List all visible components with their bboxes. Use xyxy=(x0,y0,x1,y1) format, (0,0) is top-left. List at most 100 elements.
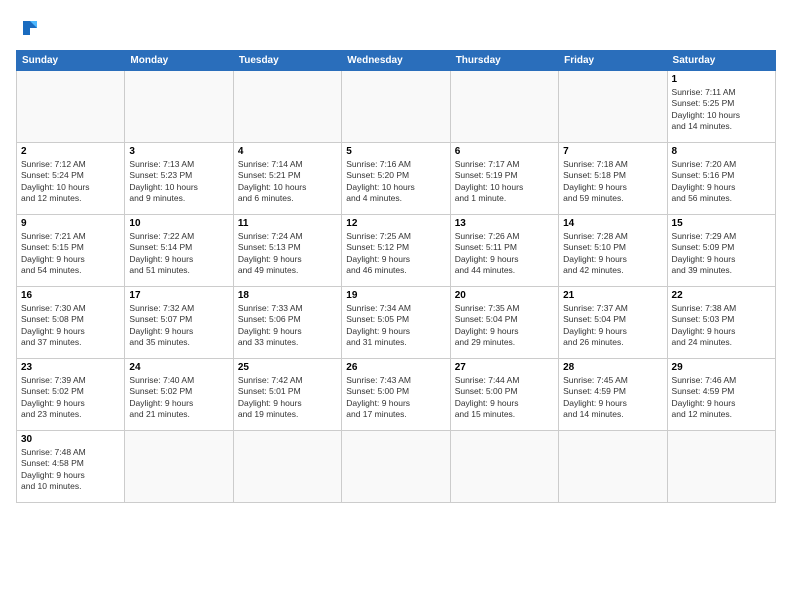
day-number: 3 xyxy=(129,146,228,157)
day-number: 13 xyxy=(455,218,554,229)
day-info: Sunrise: 7:18 AM Sunset: 5:18 PM Dayligh… xyxy=(563,159,662,205)
day-cell: 21 Sunrise: 7:37 AM Sunset: 5:04 PM Dayli… xyxy=(559,287,667,359)
day-cell: 19 Sunrise: 7:34 AM Sunset: 5:05 PM Dayli… xyxy=(342,287,450,359)
day-info: Sunrise: 7:26 AM Sunset: 5:11 PM Dayligh… xyxy=(455,231,554,277)
day-info: Sunrise: 7:13 AM Sunset: 5:23 PM Dayligh… xyxy=(129,159,228,205)
day-cell: 16 Sunrise: 7:30 AM Sunset: 5:08 PM Dayli… xyxy=(17,287,125,359)
day-number: 10 xyxy=(129,218,228,229)
day-number: 8 xyxy=(672,146,771,157)
day-info: Sunrise: 7:32 AM Sunset: 5:07 PM Dayligh… xyxy=(129,303,228,349)
col-header-tuesday: Tuesday xyxy=(233,51,341,71)
col-header-thursday: Thursday xyxy=(450,51,558,71)
day-cell xyxy=(125,431,233,503)
col-header-sunday: Sunday xyxy=(17,51,125,71)
day-number: 24 xyxy=(129,362,228,373)
day-number: 19 xyxy=(346,290,445,301)
col-header-saturday: Saturday xyxy=(667,51,775,71)
day-number: 4 xyxy=(238,146,337,157)
week-row-3: 16 Sunrise: 7:30 AM Sunset: 5:08 PM Dayli… xyxy=(17,287,776,359)
day-info: Sunrise: 7:25 AM Sunset: 5:12 PM Dayligh… xyxy=(346,231,445,277)
day-info: Sunrise: 7:22 AM Sunset: 5:14 PM Dayligh… xyxy=(129,231,228,277)
day-info: Sunrise: 7:17 AM Sunset: 5:19 PM Dayligh… xyxy=(455,159,554,205)
day-cell: 4 Sunrise: 7:14 AM Sunset: 5:21 PM Daylig… xyxy=(233,143,341,215)
day-info: Sunrise: 7:35 AM Sunset: 5:04 PM Dayligh… xyxy=(455,303,554,349)
day-number: 12 xyxy=(346,218,445,229)
day-cell: 22 Sunrise: 7:38 AM Sunset: 5:03 PM Dayli… xyxy=(667,287,775,359)
week-row-2: 9Sunrise: 7:21 AM Sunset: 5:15 PM Daylig… xyxy=(17,215,776,287)
day-number: 16 xyxy=(21,290,120,301)
day-number: 28 xyxy=(563,362,662,373)
day-info: Sunrise: 7:33 AM Sunset: 5:06 PM Dayligh… xyxy=(238,303,337,349)
day-number: 5 xyxy=(346,146,445,157)
header xyxy=(16,14,776,42)
day-info: Sunrise: 7:16 AM Sunset: 5:20 PM Dayligh… xyxy=(346,159,445,205)
day-number: 23 xyxy=(21,362,120,373)
day-cell xyxy=(17,71,125,143)
day-cell: 3 Sunrise: 7:13 AM Sunset: 5:23 PM Daylig… xyxy=(125,143,233,215)
day-cell xyxy=(233,71,341,143)
page: SundayMondayTuesdayWednesdayThursdayFrid… xyxy=(0,0,792,612)
day-cell xyxy=(125,71,233,143)
day-cell: 2 Sunrise: 7:12 AM Sunset: 5:24 PM Daylig… xyxy=(17,143,125,215)
col-header-friday: Friday xyxy=(559,51,667,71)
day-cell xyxy=(233,431,341,503)
day-cell: 23 Sunrise: 7:39 AM Sunset: 5:02 PM Dayli… xyxy=(17,359,125,431)
col-header-wednesday: Wednesday xyxy=(342,51,450,71)
day-info: Sunrise: 7:39 AM Sunset: 5:02 PM Dayligh… xyxy=(21,375,120,421)
day-info: Sunrise: 7:30 AM Sunset: 5:08 PM Dayligh… xyxy=(21,303,120,349)
day-cell: 12 Sunrise: 7:25 AM Sunset: 5:12 PM Dayli… xyxy=(342,215,450,287)
logo xyxy=(16,14,48,42)
day-cell: 30Sunrise: 7:48 AM Sunset: 4:58 PM Dayli… xyxy=(17,431,125,503)
day-cell: 18 Sunrise: 7:33 AM Sunset: 5:06 PM Dayli… xyxy=(233,287,341,359)
day-info: Sunrise: 7:21 AM Sunset: 5:15 PM Dayligh… xyxy=(21,231,120,277)
day-cell: 17 Sunrise: 7:32 AM Sunset: 5:07 PM Dayli… xyxy=(125,287,233,359)
week-row-5: 30Sunrise: 7:48 AM Sunset: 4:58 PM Dayli… xyxy=(17,431,776,503)
day-cell: 13 Sunrise: 7:26 AM Sunset: 5:11 PM Dayli… xyxy=(450,215,558,287)
day-number: 18 xyxy=(238,290,337,301)
day-number: 2 xyxy=(21,146,120,157)
week-row-0: 1 Sunrise: 7:11 AM Sunset: 5:25 PM Daylig… xyxy=(17,71,776,143)
day-number: 20 xyxy=(455,290,554,301)
day-info: Sunrise: 7:37 AM Sunset: 5:04 PM Dayligh… xyxy=(563,303,662,349)
day-cell: 5 Sunrise: 7:16 AM Sunset: 5:20 PM Daylig… xyxy=(342,143,450,215)
day-number: 26 xyxy=(346,362,445,373)
header-row: SundayMondayTuesdayWednesdayThursdayFrid… xyxy=(17,51,776,71)
day-number: 11 xyxy=(238,218,337,229)
day-info: Sunrise: 7:38 AM Sunset: 5:03 PM Dayligh… xyxy=(672,303,771,349)
day-cell: 14Sunrise: 7:28 AM Sunset: 5:10 PM Dayli… xyxy=(559,215,667,287)
day-number: 14 xyxy=(563,218,662,229)
day-cell: 20 Sunrise: 7:35 AM Sunset: 5:04 PM Dayli… xyxy=(450,287,558,359)
day-info: Sunrise: 7:44 AM Sunset: 5:00 PM Dayligh… xyxy=(455,375,554,421)
day-number: 29 xyxy=(672,362,771,373)
day-cell: 10 Sunrise: 7:22 AM Sunset: 5:14 PM Dayli… xyxy=(125,215,233,287)
logo-icon xyxy=(16,14,44,42)
day-info: Sunrise: 7:45 AM Sunset: 4:59 PM Dayligh… xyxy=(563,375,662,421)
day-cell xyxy=(559,71,667,143)
day-info: Sunrise: 7:40 AM Sunset: 5:02 PM Dayligh… xyxy=(129,375,228,421)
day-number: 6 xyxy=(455,146,554,157)
day-number: 7 xyxy=(563,146,662,157)
day-number: 22 xyxy=(672,290,771,301)
day-info: Sunrise: 7:34 AM Sunset: 5:05 PM Dayligh… xyxy=(346,303,445,349)
day-number: 15 xyxy=(672,218,771,229)
day-info: Sunrise: 7:24 AM Sunset: 5:13 PM Dayligh… xyxy=(238,231,337,277)
day-cell: 26Sunrise: 7:43 AM Sunset: 5:00 PM Dayli… xyxy=(342,359,450,431)
day-info: Sunrise: 7:14 AM Sunset: 5:21 PM Dayligh… xyxy=(238,159,337,205)
calendar-table: SundayMondayTuesdayWednesdayThursdayFrid… xyxy=(16,50,776,503)
day-cell: 25Sunrise: 7:42 AM Sunset: 5:01 PM Dayli… xyxy=(233,359,341,431)
day-number: 1 xyxy=(672,74,771,85)
day-cell xyxy=(342,431,450,503)
day-cell: 24 Sunrise: 7:40 AM Sunset: 5:02 PM Dayli… xyxy=(125,359,233,431)
day-info: Sunrise: 7:12 AM Sunset: 5:24 PM Dayligh… xyxy=(21,159,120,205)
day-cell: 11 Sunrise: 7:24 AM Sunset: 5:13 PM Dayli… xyxy=(233,215,341,287)
day-cell xyxy=(450,71,558,143)
day-info: Sunrise: 7:29 AM Sunset: 5:09 PM Dayligh… xyxy=(672,231,771,277)
day-cell: 28 Sunrise: 7:45 AM Sunset: 4:59 PM Dayli… xyxy=(559,359,667,431)
day-number: 17 xyxy=(129,290,228,301)
day-number: 21 xyxy=(563,290,662,301)
day-info: Sunrise: 7:46 AM Sunset: 4:59 PM Dayligh… xyxy=(672,375,771,421)
day-info: Sunrise: 7:11 AM Sunset: 5:25 PM Dayligh… xyxy=(672,87,771,133)
col-header-monday: Monday xyxy=(125,51,233,71)
day-cell: 29 Sunrise: 7:46 AM Sunset: 4:59 PM Dayli… xyxy=(667,359,775,431)
day-cell: 15 Sunrise: 7:29 AM Sunset: 5:09 PM Dayli… xyxy=(667,215,775,287)
